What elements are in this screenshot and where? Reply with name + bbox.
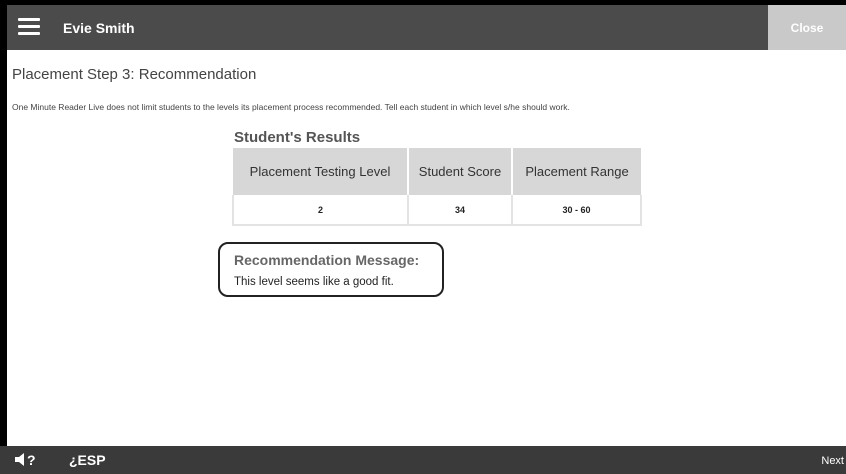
table-cell: 30 - 60 [512, 195, 642, 226]
results-table: Placement Testing Level Student Score Pl… [232, 148, 642, 226]
column-header: Student Score [408, 148, 513, 195]
page-title: Placement Step 3: Recommendation [12, 66, 257, 83]
table-row: 2 34 30 - 60 [232, 195, 642, 226]
results-title: Student's Results [234, 129, 361, 146]
recommendation-message: This level seems like a good fit. [234, 276, 394, 288]
column-header: Placement Testing Level [233, 148, 409, 195]
table-cell: 2 [232, 195, 409, 226]
bottom-bar: ? ¿ESP Next [0, 446, 846, 474]
top-bar: Evie Smith Close [7, 5, 846, 50]
recommendation-box: Recommendation Message: This level seems… [218, 242, 444, 297]
recommendation-title: Recommendation Message: [234, 252, 420, 268]
table-header-row: Placement Testing Level Student Score Pl… [233, 148, 641, 195]
user-name: Evie Smith [63, 20, 135, 36]
next-button[interactable]: Next [821, 455, 844, 467]
column-header: Placement Range [512, 148, 641, 195]
close-button[interactable]: Close [768, 5, 846, 50]
intro-text: One Minute Reader Live does not limit st… [12, 102, 570, 112]
speaker-icon [15, 453, 24, 466]
audio-help-label: ? [27, 452, 36, 468]
audio-help-button[interactable]: ? [15, 452, 36, 468]
table-cell: 34 [408, 195, 513, 226]
esp-button[interactable]: ¿ESP [69, 452, 106, 468]
hamburger-menu-icon[interactable] [18, 18, 40, 36]
